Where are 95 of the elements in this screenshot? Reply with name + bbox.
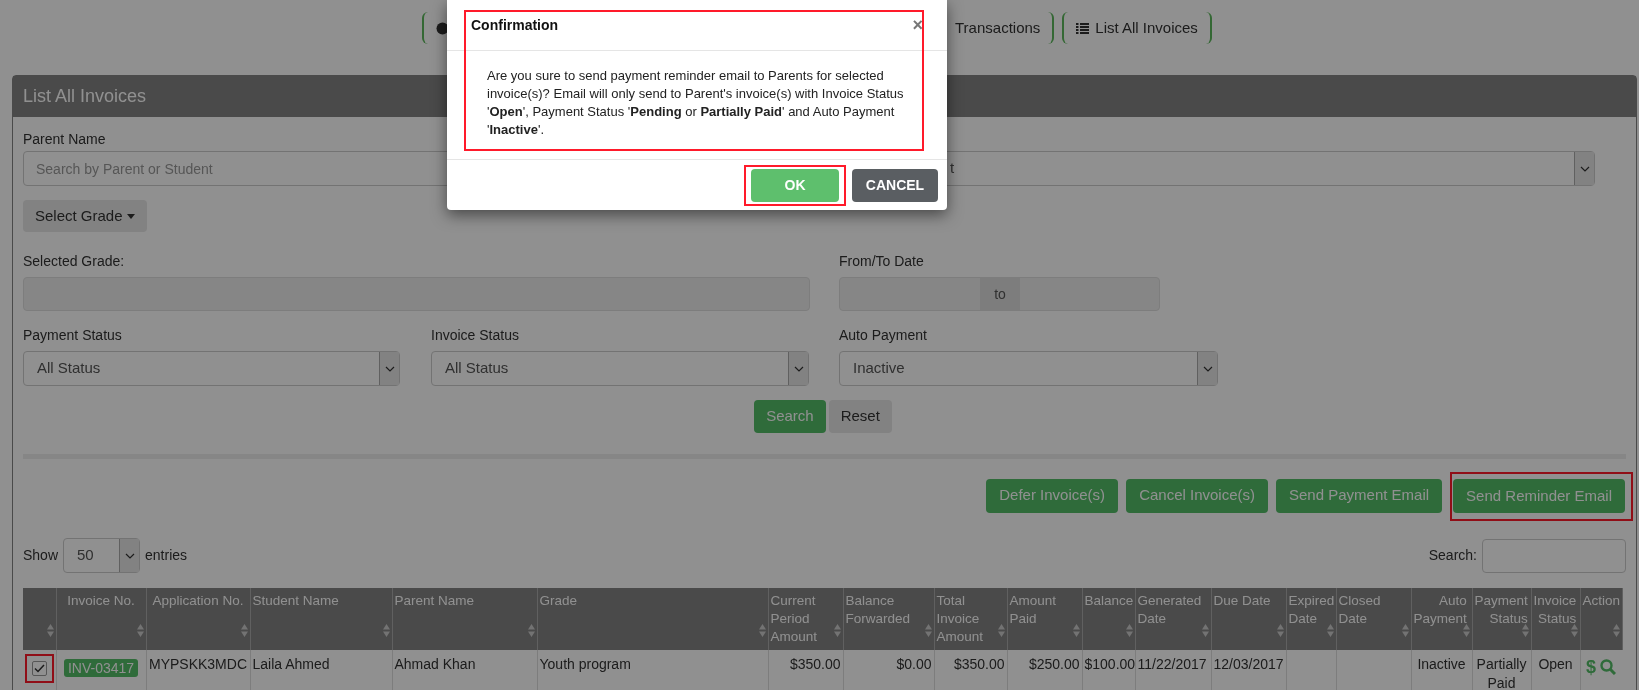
sort-icon	[240, 624, 248, 637]
table-cell: Ahmad Khan	[394, 656, 476, 672]
table-cell: Partially Paid	[1476, 656, 1527, 690]
dollar-link[interactable]: $	[1586, 657, 1597, 677]
table-cell: Open	[1538, 656, 1573, 672]
column-header[interactable]: Auto Payment	[1411, 588, 1472, 650]
chevron-down-icon	[1202, 365, 1213, 372]
column-header[interactable]: Expired Date	[1286, 588, 1336, 650]
sort-icon	[136, 624, 144, 637]
sort-icon	[1521, 624, 1529, 637]
sort-icon	[1125, 624, 1133, 637]
sort-icon	[1570, 624, 1578, 637]
ok-button[interactable]: OK	[751, 168, 839, 202]
sort-icon	[758, 624, 766, 637]
auto-payment-select[interactable]: Inactive	[839, 351, 1218, 386]
column-header[interactable]: Closed Date	[1336, 588, 1411, 650]
column-header[interactable]: Due Date	[1211, 588, 1286, 650]
field-label: Payment Status	[23, 327, 122, 343]
sort-icon	[1072, 624, 1080, 637]
action-button[interactable]: Send Reminder Email	[1453, 479, 1625, 513]
column-header[interactable]: Amount Paid	[1007, 588, 1082, 650]
column-header[interactable]: Application No.	[146, 588, 250, 650]
action-button[interactable]: Send Payment Email	[1276, 478, 1443, 513]
date-separator: to	[980, 278, 1020, 310]
date-range-field[interactable]: to	[839, 277, 1160, 311]
sort-icon	[46, 624, 54, 637]
close-button[interactable]: ×	[912, 16, 923, 34]
sort-icon	[1326, 624, 1334, 637]
sort-icon	[527, 624, 535, 637]
search-icon[interactable]	[1600, 659, 1617, 675]
entries-label: entries	[145, 546, 188, 565]
caret-icon	[126, 213, 135, 219]
select-grade-button[interactable]: Select Grade	[23, 200, 147, 232]
table-cell: Laila Ahmed	[252, 656, 330, 672]
chevron-down-icon	[124, 552, 135, 559]
table-cell: MYPSKK3MDC	[149, 656, 247, 672]
column-header[interactable]	[23, 588, 56, 650]
field-label: From/To Date	[839, 253, 924, 269]
search-button[interactable]: Search	[754, 400, 826, 433]
table-cell: 12/03/2017	[1213, 656, 1284, 672]
column-header[interactable]: Action	[1580, 588, 1622, 650]
nav-tab[interactable]: List All Invoices	[1062, 12, 1212, 44]
sort-icon	[382, 624, 390, 637]
column-header[interactable]: Grade	[537, 588, 768, 650]
sort-icon	[1401, 624, 1409, 637]
column-header[interactable]: Current Period Amount	[768, 588, 843, 650]
field-label: Auto Payment	[839, 327, 927, 343]
column-header[interactable]: Total Invoice Amount	[934, 588, 1007, 650]
sort-icon	[1612, 624, 1620, 637]
chevron-down-icon	[793, 365, 804, 372]
column-header[interactable]: Balance	[1082, 588, 1135, 650]
circle-icon	[436, 21, 449, 35]
page-size-select[interactable]: 50	[63, 538, 141, 573]
dialog-title: Confirmation	[471, 15, 559, 35]
table-cell: $350.00	[789, 656, 841, 672]
chevron-down-icon	[1579, 165, 1590, 172]
payment-status-select[interactable]: All Status	[23, 351, 400, 386]
sort-icon	[924, 624, 932, 637]
table-cell: $250.00	[1028, 656, 1080, 672]
row-checkbox[interactable]	[31, 661, 47, 676]
column-header[interactable]: Invoice No.	[56, 588, 146, 650]
table-cell: $0.00	[896, 656, 932, 672]
show-label: Show	[23, 546, 59, 565]
column-header[interactable]: Invoice Status	[1531, 588, 1580, 650]
column-header[interactable]: Generated Date	[1135, 588, 1211, 650]
column-header[interactable]: Student Name	[250, 588, 392, 650]
chevron-down-icon	[384, 365, 395, 372]
field-label: Selected Grade:	[23, 253, 125, 269]
table-search-field[interactable]	[1482, 538, 1626, 573]
sort-icon	[1462, 624, 1470, 637]
sort-icon	[1201, 624, 1209, 637]
action-button[interactable]: Defer Invoice(s)	[986, 478, 1119, 513]
checkmark-icon	[33, 664, 45, 673]
invoice-status-select[interactable]: All Status	[431, 351, 809, 386]
invoice-badge[interactable]: INV-03417	[63, 659, 139, 677]
field-label: Parent Name	[23, 131, 106, 147]
sort-icon	[1276, 624, 1284, 637]
cancel-button[interactable]: CANCEL	[852, 168, 938, 202]
column-header[interactable]: Balance Forwarded	[843, 588, 934, 650]
column-header[interactable]: Payment Status	[1472, 588, 1531, 650]
search-label: Search:	[1428, 546, 1477, 565]
sort-icon	[833, 624, 841, 637]
panel-title: List All Invoices	[23, 85, 147, 108]
action-button[interactable]: Cancel Invoice(s)	[1126, 478, 1268, 513]
field-label: Invoice Status	[431, 327, 519, 343]
reset-button[interactable]: Reset	[828, 400, 892, 433]
table-cell: $100.00	[1084, 656, 1136, 672]
table-cell: $350.00	[953, 656, 1005, 672]
list-icon	[1076, 22, 1090, 34]
table-cell: Youth program	[539, 656, 631, 672]
dialog-message: Are you sure to send payment reminder email to Parents for selected invoice(s)? Email will only send to Parent's invoice(s) with Invoice Status 'Open', Payment Status 'Pending or Partially Paid' and Auto Payment 'Inactive'.	[487, 67, 905, 139]
table-cell: Inactive	[1417, 656, 1466, 672]
table-cell: 11/22/2017	[1137, 656, 1207, 672]
sort-icon	[997, 624, 1005, 637]
column-header[interactable]: Parent Name	[392, 588, 537, 650]
